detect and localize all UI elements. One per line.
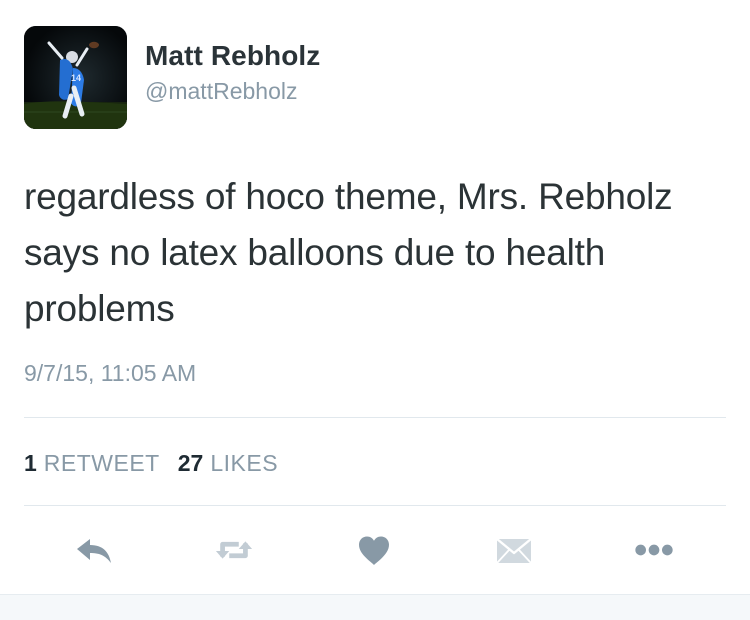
envelope-icon bbox=[496, 537, 532, 564]
divider-stats-top bbox=[24, 417, 726, 418]
likes-label: LIKES bbox=[210, 449, 279, 476]
svg-text:14: 14 bbox=[71, 73, 81, 83]
profile-photo-football-player-icon: 14 bbox=[24, 26, 127, 129]
retweets-label: RETWEET bbox=[43, 449, 160, 476]
retweets-count: 1 bbox=[24, 449, 37, 476]
likes-stat[interactable]: 27 LIKES bbox=[178, 450, 278, 477]
reply-icon bbox=[77, 539, 111, 563]
retweet-icon bbox=[215, 541, 253, 559]
divider-actions-top bbox=[24, 505, 726, 506]
tweet-text: regardless of hoco theme, Mrs. Rebholz s… bbox=[24, 176, 673, 329]
user-handle[interactable]: @mattRebholz bbox=[145, 78, 297, 105]
likes-count: 27 bbox=[177, 449, 204, 476]
bottom-bar bbox=[0, 594, 750, 620]
reply-button[interactable] bbox=[74, 530, 114, 570]
retweet-button[interactable] bbox=[214, 530, 254, 570]
user-name[interactable]: Matt Rebholz bbox=[145, 40, 320, 72]
avatar[interactable]: 14 bbox=[24, 26, 127, 129]
tweet-timestamp: 9/7/15, 11:05 AM bbox=[24, 360, 197, 386]
heart-icon bbox=[359, 536, 389, 565]
tweet-actions bbox=[0, 526, 750, 572]
tweet-stats: 1 RETWEET 27 LIKES bbox=[24, 448, 278, 478]
tweet-card: 14 Matt Rebholz @mattRebholz regardless … bbox=[0, 0, 750, 594]
direct-message-button[interactable] bbox=[494, 530, 534, 570]
more-dots-icon bbox=[635, 544, 673, 556]
more-button[interactable] bbox=[634, 530, 674, 570]
retweets-stat[interactable]: 1 RETWEET bbox=[24, 450, 160, 477]
like-button[interactable] bbox=[354, 530, 394, 570]
